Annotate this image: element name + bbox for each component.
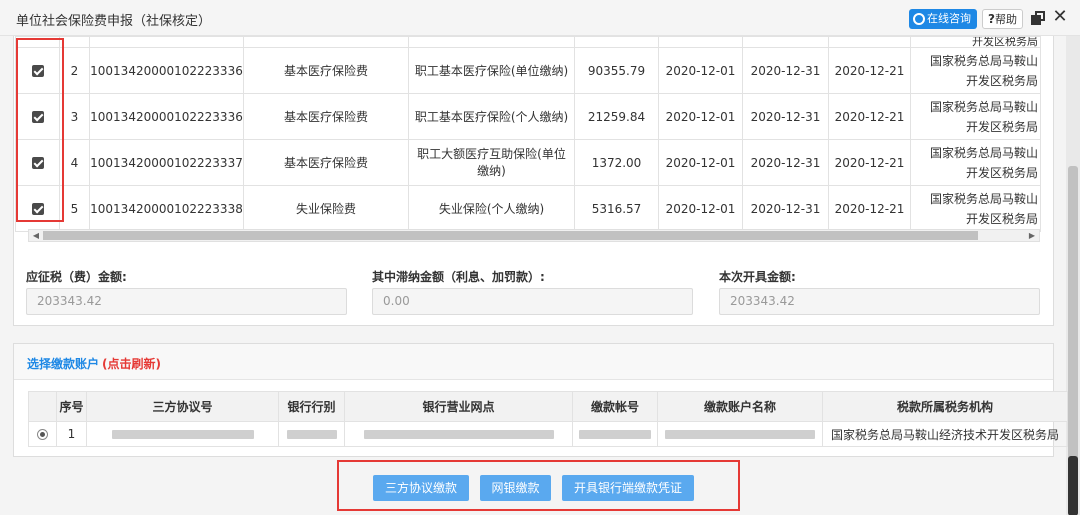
column-header: 缴款帐号: [572, 391, 658, 422]
start-date-cell: 2020-12-01: [658, 47, 743, 94]
horizontal-scrollbar-thumb[interactable]: [43, 231, 978, 240]
deadline-cell: 2020-12-21: [828, 47, 911, 94]
redacted-account-name: [657, 421, 823, 447]
redacted-bank-branch: [344, 421, 573, 447]
fee-type-cell: 基本医疗保险费: [243, 139, 409, 186]
floating-tool-handle[interactable]: [1068, 456, 1078, 515]
online-bank-pay-button[interactable]: 网银缴款: [480, 475, 551, 501]
amount-cell: 5316.57: [574, 185, 659, 232]
title-bar: 单位社会保险费申报（社保核定） 在线咨询 ?帮助 ✕: [0, 0, 1080, 36]
end-date-cell: 2020-12-31: [742, 93, 829, 140]
online-consult-label: 在线咨询: [927, 12, 971, 25]
late-fee-label: 其中滞纳金额（利息、加罚款）:: [372, 270, 545, 284]
org-cell: 开发区税务局: [910, 36, 1041, 48]
org-cell: 国家税务总局马鞍山 开发区税务局: [910, 185, 1041, 232]
column-header: 税款所属税务机构: [822, 391, 1068, 422]
scroll-left-icon[interactable]: ◀: [30, 230, 42, 241]
vertical-scrollbar[interactable]: [1066, 36, 1080, 515]
org-cell: 国家税务总局马鞍山经济技术开发区税务局: [822, 421, 1068, 447]
late-fee-field[interactable]: 0.00: [372, 288, 693, 315]
close-icon[interactable]: ✕: [1050, 7, 1070, 27]
fee-type-cell: 失业保险费: [243, 185, 409, 232]
fee-type-cell: 基本医疗保险费: [243, 93, 409, 140]
issue-amount-label: 本次开具金额:: [719, 270, 796, 284]
start-date-cell: 2020-12-01: [658, 185, 743, 232]
refresh-link[interactable]: (点击刷新): [102, 355, 161, 372]
seq-cell: 4: [59, 139, 90, 186]
column-header: 三方协议号: [86, 391, 279, 422]
item-cell: 职工基本医疗保险(单位缴纳): [408, 47, 575, 94]
deadline-cell: 2020-12-21: [828, 185, 911, 232]
seq-cell: 2: [59, 47, 90, 94]
fee-type-cell: 基本医疗保险费: [243, 47, 409, 94]
bank-voucher-button[interactable]: 开具银行端缴款凭证: [562, 475, 694, 501]
horizontal-scrollbar[interactable]: ◀ ▶: [28, 229, 1040, 242]
code-cell: 10013420000102223336: [89, 47, 244, 94]
item-cell: 职工大额医疗互助保险(单位缴纳): [408, 139, 575, 186]
online-consult-button[interactable]: 在线咨询: [909, 9, 977, 29]
code-cell: 10013420000102223337: [89, 139, 244, 186]
end-date-cell: 2020-12-31: [742, 185, 829, 232]
item-cell: 职工基本医疗保险(个人缴纳): [408, 93, 575, 140]
headset-icon: [913, 13, 925, 25]
code-cell: 10013420000102223338: [89, 185, 244, 232]
column-header: 序号: [56, 391, 87, 422]
seq-cell: 3: [59, 93, 90, 140]
table-row-partial: 开发区税务局: [15, 36, 1041, 48]
scroll-right-icon[interactable]: ▶: [1026, 230, 1038, 241]
column-header: 银行行别: [278, 391, 345, 422]
amount-cell: 1372.00: [574, 139, 659, 186]
start-date-cell: 2020-12-01: [658, 93, 743, 140]
tripartite-pay-button[interactable]: 三方协议缴款: [373, 475, 469, 501]
column-header: 银行营业网点: [344, 391, 573, 422]
end-date-cell: 2020-12-31: [742, 47, 829, 94]
deadline-cell: 2020-12-21: [828, 139, 911, 186]
redacted-account-no: [572, 421, 658, 447]
seq-cell: 1: [56, 421, 87, 447]
question-icon: ?: [988, 12, 995, 26]
org-cell: 国家税务总局马鞍山 开发区税务局: [910, 139, 1041, 186]
seq-cell: 5: [59, 185, 90, 232]
table-row: 3 10013420000102223336 基本医疗保险费 职工基本医疗保险(…: [15, 93, 1041, 140]
tax-items-table: 开发区税务局 2 10013420000102223336 基本医疗保险费 职工…: [15, 36, 1041, 232]
item-cell: 失业保险(个人缴纳): [408, 185, 575, 232]
table-header-row: 序号 三方协议号 银行行别 银行营业网点 缴款帐号 缴款账户名称 税款所属税务机…: [28, 391, 1068, 422]
table-row[interactable]: 1 国家税务总局马鞍山经济技术开发区税务局: [28, 421, 1068, 447]
redacted-agreement-no: [86, 421, 279, 447]
due-amount-label: 应征税（费）金额:: [26, 270, 127, 284]
org-cell: 国家税务总局马鞍山 开发区税务局: [910, 47, 1041, 94]
amount-cell: 90355.79: [574, 47, 659, 94]
payment-account-title: 选择缴款账户: [27, 357, 100, 371]
redacted-bank-type: [278, 421, 345, 447]
restore-window-icon[interactable]: [1031, 11, 1045, 25]
column-header: 缴款账户名称: [657, 391, 823, 422]
amount-cell: 21259.84: [574, 93, 659, 140]
due-amount-field[interactable]: 203343.42: [26, 288, 347, 315]
help-label: 帮助: [994, 13, 1017, 26]
window-title: 单位社会保险费申报（社保核定）: [16, 14, 212, 29]
org-cell: 国家税务总局马鞍山 开发区税务局: [910, 93, 1041, 140]
payment-account-table: 序号 三方协议号 银行行别 银行营业网点 缴款帐号 缴款账户名称 税款所属税务机…: [28, 391, 1068, 447]
account-radio[interactable]: [37, 429, 48, 440]
code-cell: 10013420000102223336: [89, 93, 244, 140]
end-date-cell: 2020-12-31: [742, 139, 829, 186]
table-row: 4 10013420000102223337 基本医疗保险费 职工大额医疗互助保…: [15, 139, 1041, 186]
start-date-cell: 2020-12-01: [658, 139, 743, 186]
help-button[interactable]: ?帮助: [982, 9, 1023, 29]
checkbox-highlight-box: [16, 38, 64, 222]
vertical-scrollbar-thumb[interactable]: [1068, 166, 1078, 506]
payment-account-header: 选择缴款账户 (点击刷新): [14, 344, 1053, 380]
table-row: 5 10013420000102223338 失业保险费 失业保险(个人缴纳) …: [15, 185, 1041, 232]
deadline-cell: 2020-12-21: [828, 93, 911, 140]
issue-amount-field[interactable]: 203343.42: [719, 288, 1040, 315]
table-row: 2 10013420000102223336 基本医疗保险费 职工基本医疗保险(…: [15, 47, 1041, 94]
